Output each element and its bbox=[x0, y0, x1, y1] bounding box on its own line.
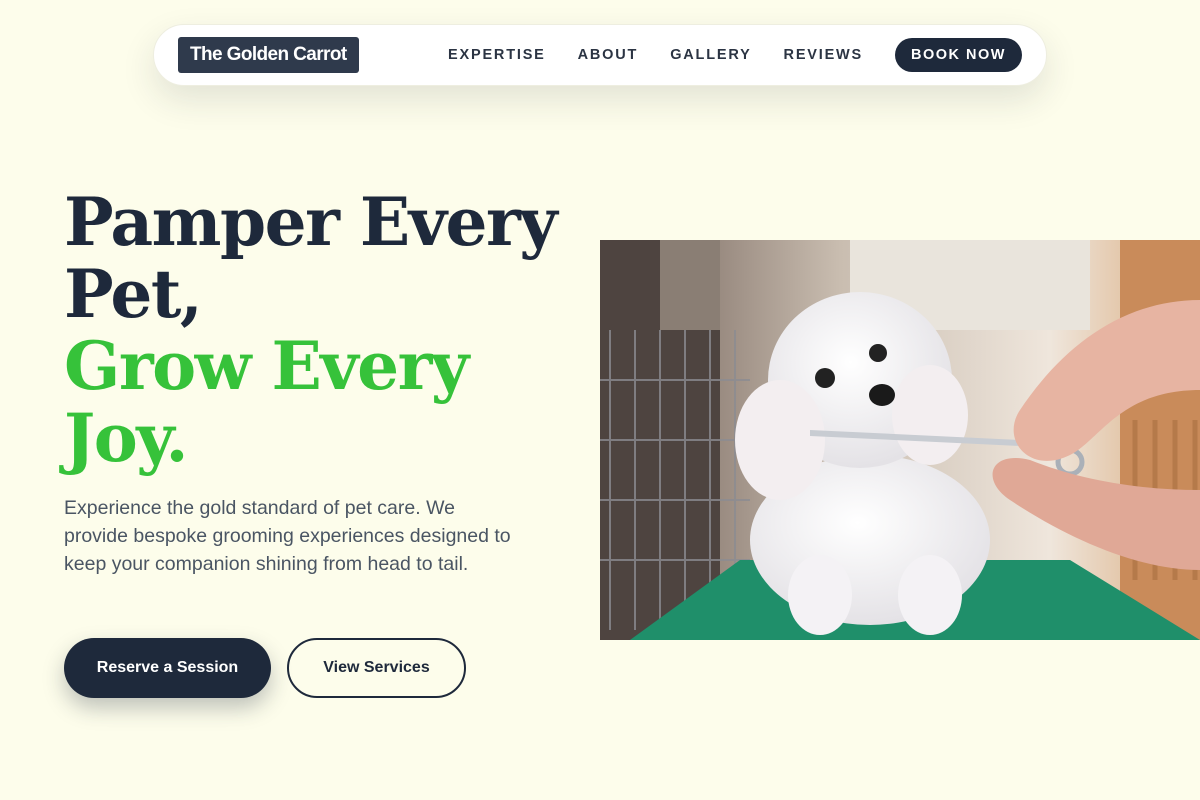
hero-title-line-2: Pet, bbox=[64, 255, 203, 333]
hero-title-line-4: Joy. bbox=[64, 399, 189, 477]
reserve-session-button[interactable]: Reserve a Session bbox=[64, 638, 271, 698]
nav-links: EXPERTISE ABOUT GALLERY REVIEWS BOOK NOW bbox=[448, 38, 1022, 72]
grooming-photo-illustration bbox=[600, 240, 1200, 640]
nav-link-about[interactable]: ABOUT bbox=[578, 47, 639, 63]
nav-link-reviews[interactable]: REVIEWS bbox=[784, 47, 863, 63]
nav-link-expertise[interactable]: EXPERTISE bbox=[448, 47, 546, 63]
nav-link-gallery[interactable]: GALLERY bbox=[670, 47, 751, 63]
top-navigation-bar: The Golden Carrot EXPERTISE ABOUT GALLER… bbox=[153, 24, 1047, 86]
brand-logo[interactable]: The Golden Carrot bbox=[178, 37, 359, 73]
hero-description: Experience the gold standard of pet care… bbox=[64, 497, 511, 575]
hero-title-line-1: Pamper Every bbox=[64, 183, 558, 261]
book-now-button[interactable]: BOOK NOW bbox=[895, 38, 1022, 72]
view-services-button[interactable]: View Services bbox=[287, 638, 466, 698]
hero-title: Pamper Every Pet, Grow Every Joy. bbox=[64, 186, 584, 474]
hero-title-line-3: Grow Every bbox=[64, 327, 469, 405]
hero-image bbox=[600, 240, 1200, 640]
